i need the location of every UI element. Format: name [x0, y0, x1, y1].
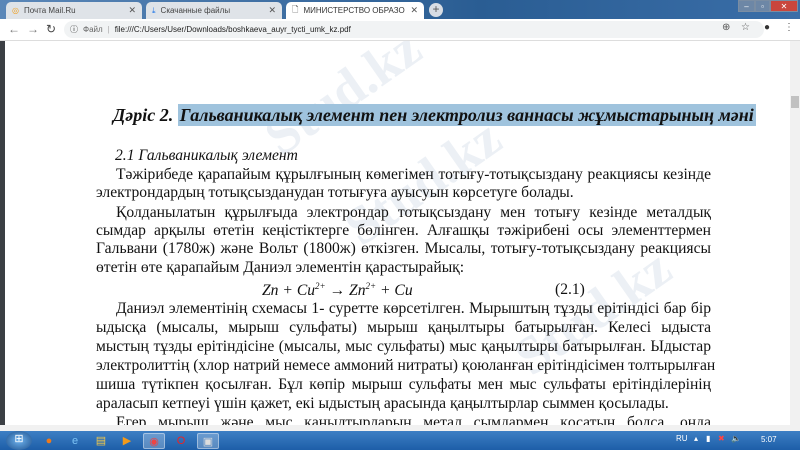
- text-line: шиша түтікпен қосылған. Бұл көпір мырыш …: [96, 376, 711, 393]
- mail-icon: ◎: [12, 6, 19, 15]
- new-tab-button[interactable]: +: [429, 3, 443, 17]
- text-line: сымдар арқылы өтетін кеңістіктерге бөлін…: [96, 222, 711, 239]
- language-indicator[interactable]: RU: [676, 434, 688, 443]
- document-icon: 🗋: [292, 4, 299, 14]
- maximize-button[interactable]: ▫: [755, 0, 770, 12]
- text-line: Даниэл элементінің схемасы 1- суретте кө…: [116, 300, 711, 317]
- text-line: Тәжірибеде қарапайым құрылғының көмегіме…: [116, 166, 711, 183]
- close-tab-icon[interactable]: ✕: [128, 5, 136, 16]
- text-line: Қолданылатын құрылғыда электрондар тотық…: [116, 204, 711, 221]
- taskbar: ⊞ ● e ▤ ▶ ◉ O ▣ RU ▴ ▮ ✖ 🔈 5:07: [0, 431, 800, 450]
- formula: Zn + Cu2+ → Zn2+ + Cu: [262, 281, 413, 300]
- battery-warning-icon[interactable]: ✖: [718, 434, 725, 443]
- tab-bar: ◎ Почта Mail.Ru ✕ ⤓ Скачанные файлы ✕ 🗋 …: [0, 0, 800, 19]
- close-tab-icon[interactable]: ✕: [410, 5, 418, 16]
- media-icon[interactable]: ▶: [116, 433, 138, 449]
- download-icon: ⤓: [152, 5, 156, 15]
- vertical-scrollbar[interactable]: [790, 41, 800, 425]
- tab-mail[interactable]: ◎ Почта Mail.Ru ✕: [6, 2, 142, 19]
- opera-icon[interactable]: O: [170, 433, 192, 449]
- text-line: электролиттің (хлор натрий немесе аммони…: [96, 357, 716, 374]
- text-line: электрондардың тотықсызданудан тотығуға …: [96, 184, 574, 201]
- start-button[interactable]: ⊞: [6, 431, 32, 450]
- lecture-heading: Дәріс 2. Гальваникалық элемент пен элект…: [113, 104, 756, 126]
- tab-document[interactable]: 🗋 МИНИСТЕРСТВО ОБРАЗОВАНИ ✕: [286, 2, 424, 19]
- close-tab-icon[interactable]: ✕: [268, 5, 276, 16]
- highlighted-title: Гальваникалық элемент пен электролиз ван…: [177, 104, 756, 126]
- formula-number: (2.1): [555, 281, 585, 298]
- volume-icon[interactable]: 🔈: [731, 434, 741, 443]
- section-heading: 2.1 Гальваникалық элемент: [115, 147, 298, 164]
- tab-downloads[interactable]: ⤓ Скачанные файлы ✕: [146, 2, 282, 19]
- scroll-thumb[interactable]: [791, 96, 799, 108]
- url-text: file:///C:/Users/User/Downloads/boshkaev…: [114, 25, 351, 34]
- tray-arrow-icon[interactable]: ▴: [694, 434, 698, 443]
- reload-button[interactable]: ↻: [46, 22, 56, 36]
- profile-icon[interactable]: ●: [764, 22, 770, 33]
- info-icon: ⓘ: [70, 25, 78, 34]
- minimize-button[interactable]: –: [738, 0, 755, 12]
- text-line: араласып кетпеуі үшін қажет, екі ыдыстың…: [96, 395, 669, 412]
- pdf-page: Stud.kz Stud.kz Stud.kz Дәріс 2. Гальван…: [5, 41, 790, 425]
- text-line: Егер мырыш және мыс қаңылтырларын метал …: [116, 414, 711, 425]
- text-line: өтетін өте қарапайым Даниэл элементін қа…: [96, 259, 465, 276]
- address-bar[interactable]: ⓘ Файл | file:///C:/Users/User/Downloads…: [64, 21, 764, 38]
- network-icon[interactable]: ▮: [706, 434, 710, 443]
- text-line: мыстың тұзды ерітіндісіне (мысалы, мыс с…: [96, 338, 711, 355]
- star-icon[interactable]: ☆: [741, 22, 750, 33]
- forward-button[interactable]: →: [27, 22, 39, 36]
- text-line: Гальвани (1780ж) және Вольт (1800ж) өткі…: [96, 240, 711, 257]
- ie-icon[interactable]: e: [64, 433, 86, 449]
- text-line: ыдысқа (мысалы, мырыш сульфаты) мырыш қа…: [96, 319, 711, 336]
- clock[interactable]: 5:07: [761, 435, 777, 444]
- back-button[interactable]: ←: [8, 22, 20, 36]
- toolbar: ← → ↻ ⓘ Файл | file:///C:/Users/User/Dow…: [0, 19, 800, 41]
- zoom-icon[interactable]: ⊕: [722, 22, 730, 33]
- menu-icon[interactable]: ⋮: [784, 22, 794, 33]
- firefox-icon[interactable]: ●: [38, 433, 60, 449]
- close-window-button[interactable]: ✕: [770, 0, 798, 12]
- chrome-icon[interactable]: ◉: [143, 433, 165, 449]
- folder-icon[interactable]: ▤: [90, 433, 112, 449]
- document-app-icon[interactable]: ▣: [197, 433, 219, 449]
